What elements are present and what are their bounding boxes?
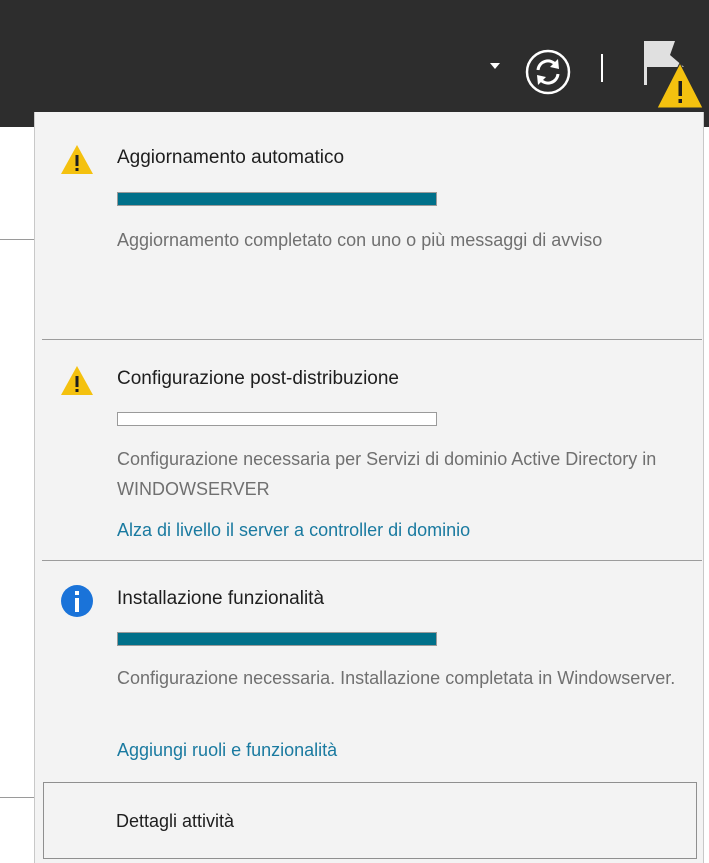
task-details-label: Dettagli attività: [116, 811, 235, 831]
warning-icon: [61, 366, 93, 395]
progress-bar: [117, 632, 437, 646]
progress-fill: [118, 633, 436, 645]
add-roles-features-link[interactable]: Aggiungi ruoli e funzionalità: [117, 740, 337, 761]
progress-fill: [118, 193, 436, 205]
task-details-button[interactable]: Dettagli attività: [43, 782, 697, 859]
background-divider: [0, 797, 34, 798]
notification-description: Configurazione necessaria per Servizi di…: [117, 449, 657, 499]
background-divider: [0, 239, 34, 240]
promote-domain-controller-link[interactable]: Alza di livello il server a controller d…: [117, 520, 470, 541]
notification-description: Configurazione necessaria. Installazione…: [117, 668, 676, 688]
background-window: [0, 127, 34, 863]
section-divider: [42, 339, 702, 340]
progress-bar: [117, 192, 437, 206]
server-manager-header: [0, 0, 709, 127]
notification-flag-icon[interactable]: [640, 37, 704, 111]
section-divider: [42, 560, 702, 561]
progress-bar: [117, 412, 437, 426]
notification-title: Configurazione post-distribuzione: [117, 368, 399, 389]
notifications-panel: Aggiornamento automatico Aggiornamento c…: [34, 112, 704, 863]
warning-icon: [61, 145, 93, 174]
notification-description: Aggiornamento completato con uno o più m…: [117, 230, 603, 250]
refresh-icon[interactable]: [524, 48, 572, 96]
notification-title: Installazione funzionalità: [117, 588, 325, 609]
toolbar-separator: [601, 54, 603, 82]
info-icon: [61, 585, 93, 617]
chevron-down-icon[interactable]: [490, 63, 500, 69]
warning-icon: [656, 61, 704, 109]
notification-title: Aggiornamento automatico: [117, 147, 345, 168]
